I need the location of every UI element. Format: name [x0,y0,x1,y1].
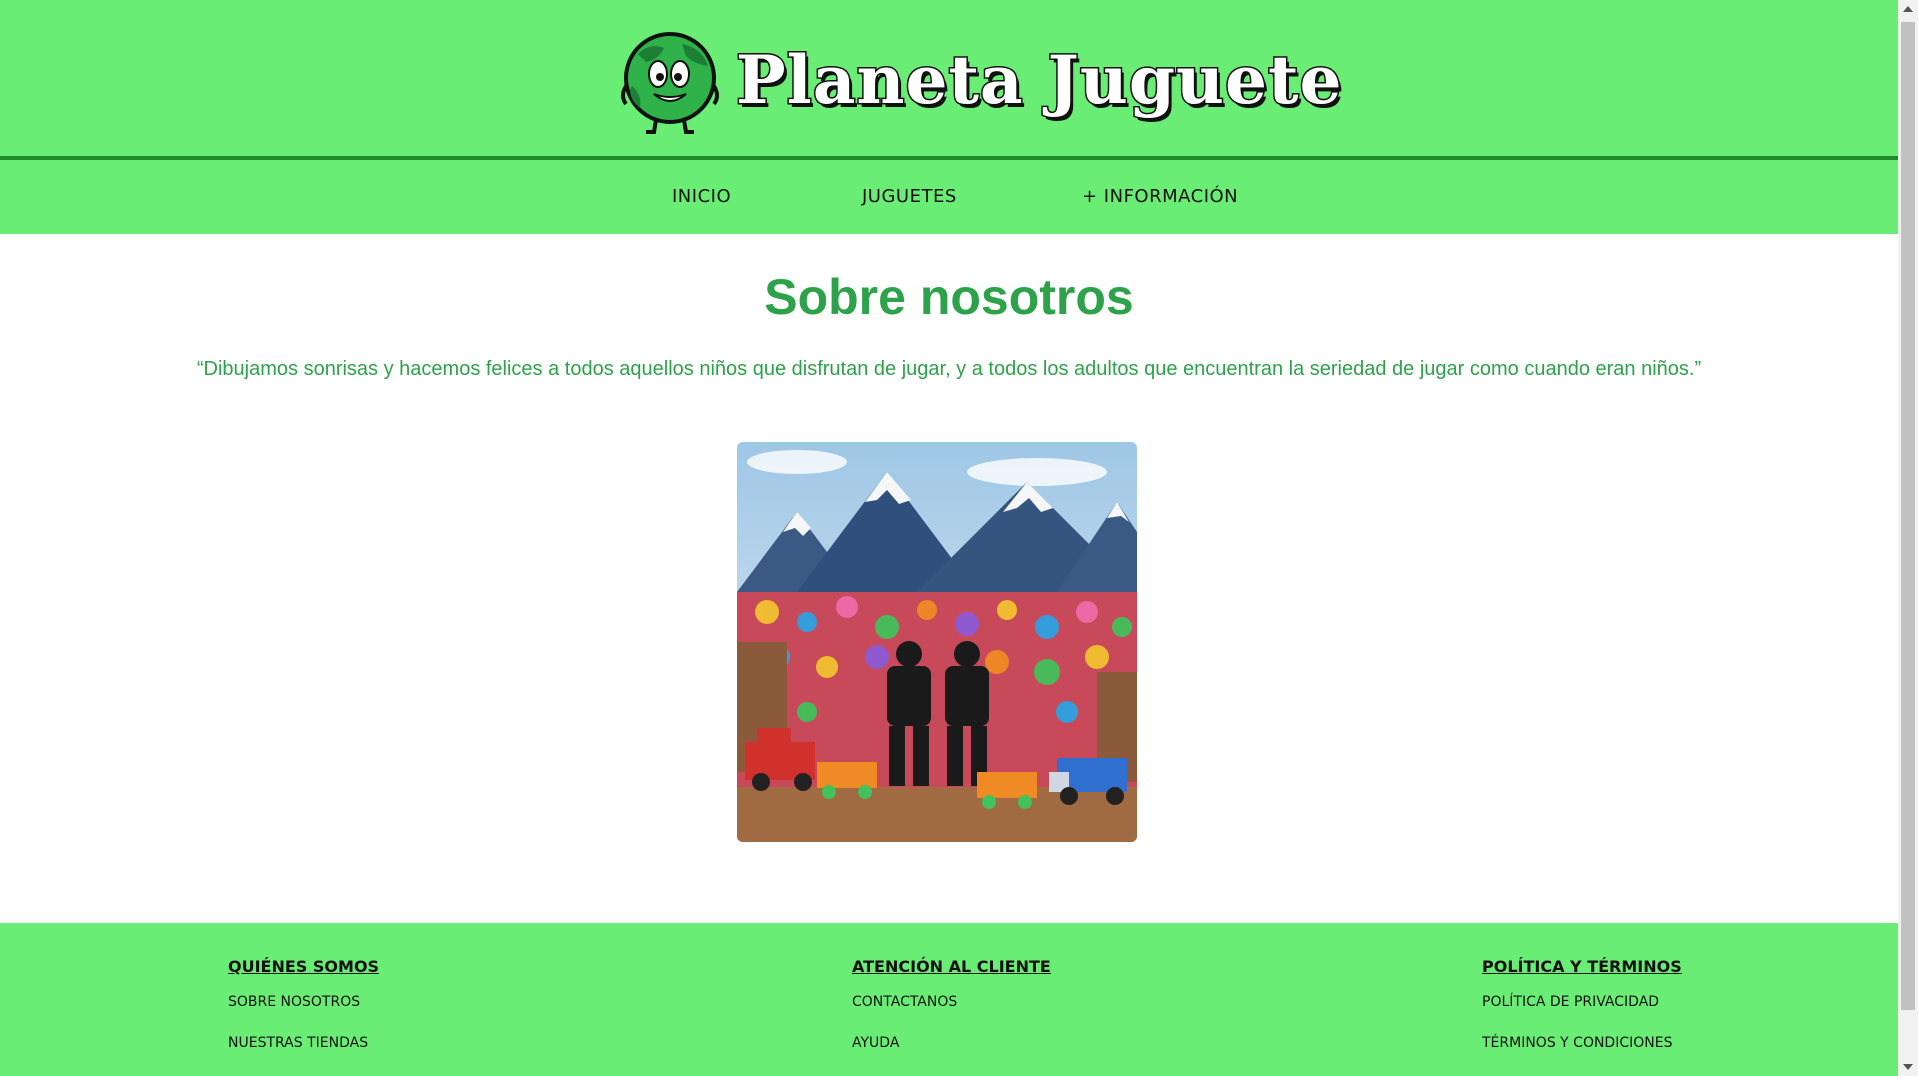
footer-link-politica-privacidad[interactable]: POLÍTICA DE PRIVACIDAD [1482,994,1682,1010]
nav-item-inicio[interactable]: INICIO [672,186,731,207]
hero-image [737,442,1137,842]
footer-heading-politica-terminos[interactable]: POLÍTICA Y TÉRMINOS [1482,957,1682,976]
site-header: Planeta Juguete [0,0,1898,160]
vertical-scrollbar[interactable] [1898,0,1918,1076]
page-title: Sobre nosotros [764,269,1134,325]
nav-item-juguetes[interactable]: JUGUETES [862,186,957,207]
page: Planeta Juguete INICIO JUGUETES + INFORM… [0,0,1898,1076]
mission-quote: “Dibujamos sonrisas y hacemos felices a … [196,358,1702,380]
footer-link-ayuda[interactable]: AYUDA [852,1035,1051,1051]
footer-link-contactanos[interactable]: CONTACTANOS [852,994,1051,1010]
footer-link-nuestras-tiendas[interactable]: NUESTRAS TIENDAS [228,1035,379,1051]
nav-item-mas-informacion[interactable]: + INFORMACIÓN [1082,186,1238,207]
footer-heading-quienes-somos[interactable]: QUIÉNES SOMOS [228,957,379,976]
footer-column-atencion-cliente: ATENCIÓN AL CLIENTE CONTACTANOS AYUDA [852,957,1051,1076]
scrollbar-thumb[interactable] [1901,22,1915,1010]
footer-link-terminos-condiciones[interactable]: TÉRMINOS Y CONDICIONES [1482,1035,1682,1051]
main-nav: INICIO JUGUETES + INFORMACIÓN [0,160,1898,234]
globe-mascot-icon [621,32,719,134]
toys-mountains-figures-image [737,442,1137,842]
scroll-down-arrow-icon[interactable] [1903,1064,1913,1070]
scroll-up-arrow-icon[interactable] [1903,6,1913,12]
site-footer: QUIÉNES SOMOS SOBRE NOSOTROS NUESTRAS TI… [0,923,1898,1076]
footer-column-politica-terminos: POLÍTICA Y TÉRMINOS POLÍTICA DE PRIVACID… [1482,957,1682,1076]
footer-link-sobre-nosotros[interactable]: SOBRE NOSOTROS [228,994,379,1010]
brand-logo-link[interactable]: Planeta Juguete [618,24,1343,136]
brand-title: Planeta Juguete [735,40,1343,121]
footer-heading-atencion-cliente[interactable]: ATENCIÓN AL CLIENTE [852,957,1051,976]
footer-column-quienes-somos: QUIÉNES SOMOS SOBRE NOSOTROS NUESTRAS TI… [228,957,379,1076]
